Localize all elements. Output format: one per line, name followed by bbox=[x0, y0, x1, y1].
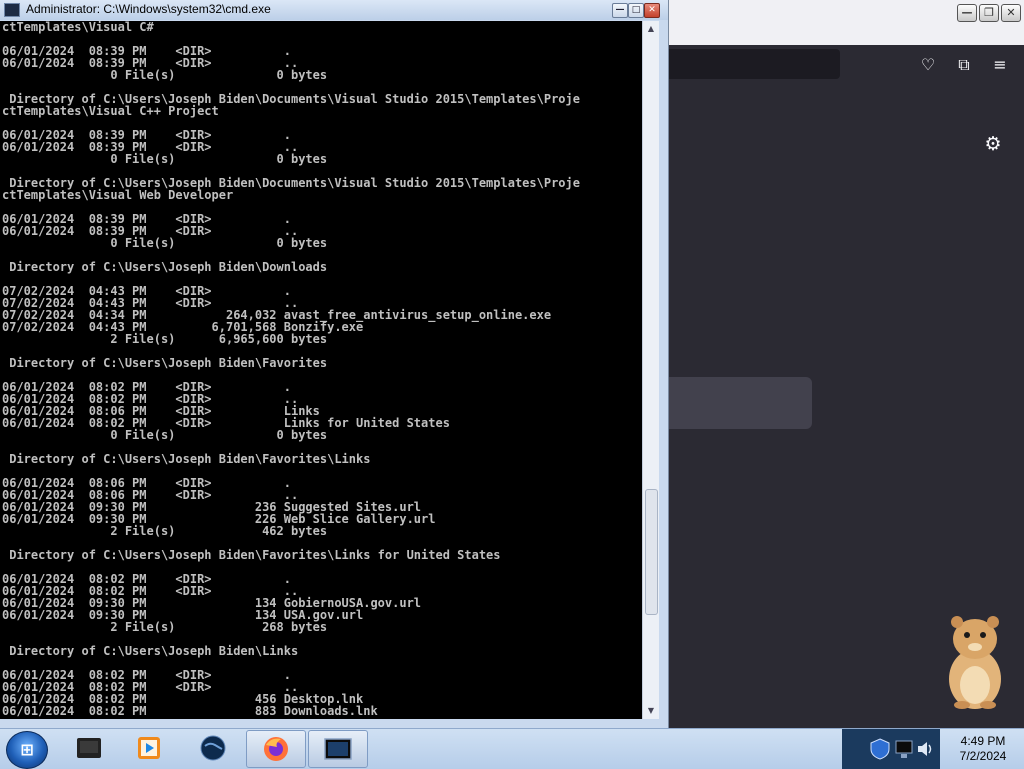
cmd-icon bbox=[324, 738, 352, 760]
settings-gear-icon[interactable]: ⚙ bbox=[982, 133, 1004, 155]
browser-minimize-button[interactable]: — bbox=[957, 4, 977, 22]
extensions-icon[interactable]: ⧉ bbox=[954, 55, 974, 75]
system-tray[interactable] bbox=[842, 729, 940, 769]
browser-toolbar: ♡ ⧉ ≡ bbox=[644, 45, 1024, 111]
cmd-window[interactable]: Administrator: C:\Windows\system32\cmd.e… bbox=[0, 0, 669, 728]
hamster-mascot-icon[interactable] bbox=[940, 607, 1010, 711]
cmd-titlebar[interactable]: Administrator: C:\Windows\system32\cmd.e… bbox=[0, 0, 668, 20]
pocket-icon[interactable]: ♡ bbox=[918, 55, 938, 75]
start-button[interactable]: ⊞ bbox=[6, 731, 48, 769]
security-shield-icon[interactable] bbox=[868, 737, 892, 761]
cmd-maximize-button[interactable]: □ bbox=[628, 3, 644, 18]
taskbar-app-globe[interactable] bbox=[184, 730, 242, 766]
console-output[interactable]: ctTemplates\Visual C# 06/01/2024 08:39 P… bbox=[0, 21, 642, 719]
browser-titlebar: — ❐ ✕ bbox=[644, 0, 1024, 45]
cmd-window-title: Administrator: C:\Windows\system32\cmd.e… bbox=[26, 2, 271, 16]
address-bar[interactable] bbox=[664, 49, 840, 79]
taskbar: ⊞ 4:49 PM 7/2/2024 bbox=[0, 728, 1024, 769]
cmd-window-icon bbox=[4, 3, 20, 17]
browser-restore-button[interactable]: ❐ bbox=[979, 4, 999, 22]
taskbar-app-cmd[interactable] bbox=[308, 730, 368, 768]
cmd-minimize-button[interactable]: — bbox=[612, 3, 628, 18]
console-text: ctTemplates\Visual C# 06/01/2024 08:39 P… bbox=[2, 21, 580, 718]
speaker-icon[interactable] bbox=[916, 739, 934, 759]
cmd-window-border bbox=[0, 719, 668, 728]
browser-content: ⚙ bbox=[644, 111, 1024, 728]
scrollbar-thumb[interactable] bbox=[645, 489, 658, 615]
browser-window: — ❐ ✕ ♡ ⧉ ≡ ⚙ bbox=[644, 0, 1024, 728]
globe-app-icon bbox=[200, 735, 226, 761]
taskbar-app-media[interactable] bbox=[120, 730, 178, 766]
browser-close-button[interactable]: ✕ bbox=[1001, 4, 1021, 22]
clock-date: 7/2/2024 bbox=[959, 749, 1007, 763]
content-card[interactable] bbox=[656, 377, 812, 429]
clock-time: 4:49 PM bbox=[960, 734, 1006, 748]
network-icon[interactable] bbox=[894, 738, 914, 760]
taskbar-clock[interactable]: 4:49 PM 7/2/2024 bbox=[942, 734, 1024, 766]
scroll-up-arrow-icon[interactable]: ▲ bbox=[643, 21, 659, 37]
taskbar-app-desktop[interactable] bbox=[60, 730, 118, 766]
taskbar-app-firefox[interactable] bbox=[246, 730, 306, 768]
firefox-icon bbox=[264, 737, 288, 761]
console-scrollbar[interactable]: ▲ ▼ bbox=[642, 21, 659, 719]
desktop-app-icon bbox=[77, 738, 101, 758]
windows-logo-icon: ⊞ bbox=[20, 740, 34, 759]
cmd-close-button[interactable]: ✕ bbox=[644, 3, 660, 18]
media-player-icon bbox=[138, 737, 160, 759]
menu-icon[interactable]: ≡ bbox=[990, 55, 1010, 75]
scroll-down-arrow-icon[interactable]: ▼ bbox=[643, 703, 659, 719]
